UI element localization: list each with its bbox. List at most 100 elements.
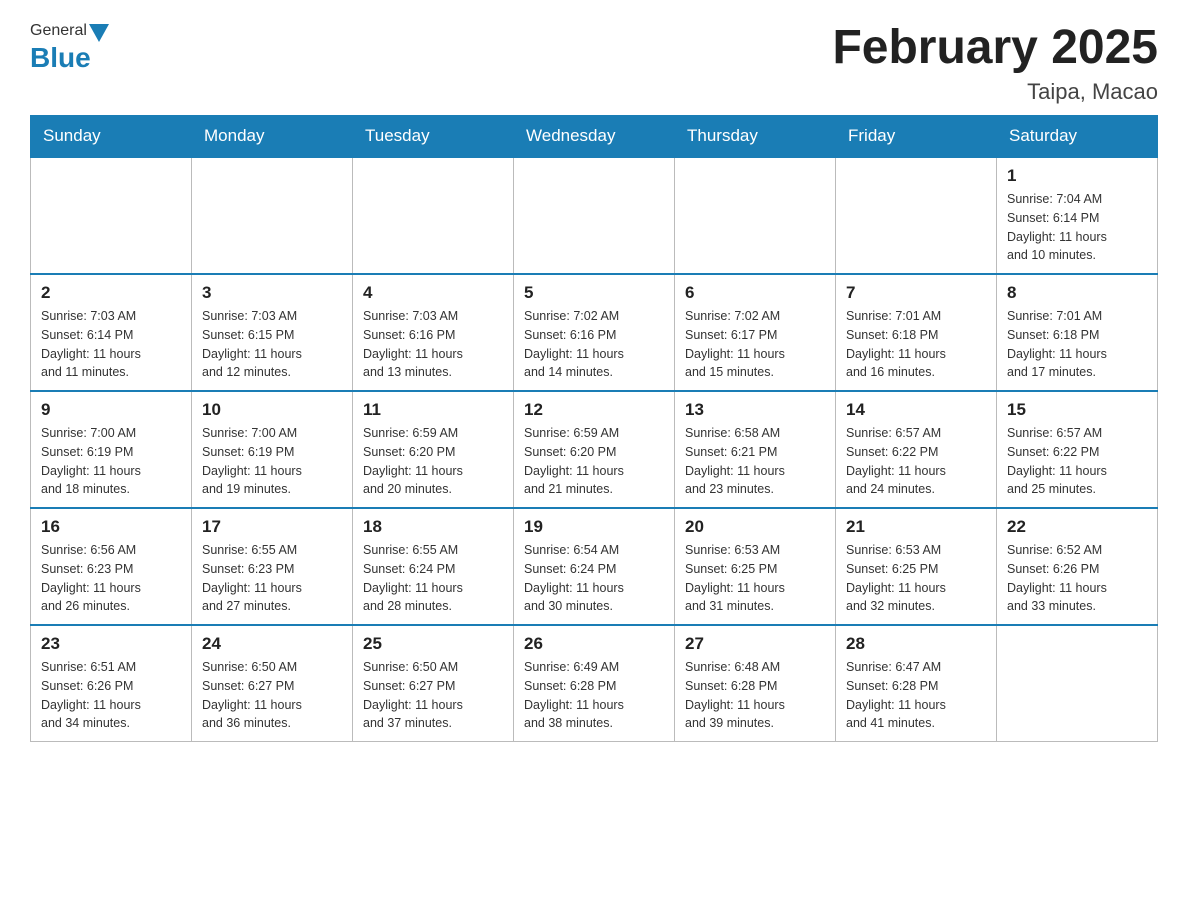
day-info: Sunrise: 7:00 AM Sunset: 6:19 PM Dayligh…	[202, 424, 342, 499]
day-info: Sunrise: 6:48 AM Sunset: 6:28 PM Dayligh…	[685, 658, 825, 733]
day-number: 6	[685, 283, 825, 303]
day-number: 23	[41, 634, 181, 654]
main-title: February 2025	[832, 20, 1158, 75]
day-number: 17	[202, 517, 342, 537]
calendar-cell: 19 Sunrise: 6:54 AM Sunset: 6:24 PM Dayli…	[514, 508, 675, 625]
day-number: 12	[524, 400, 664, 420]
day-number: 2	[41, 283, 181, 303]
calendar-cell: 1Sunrise: 7:04 AM Sunset: 6:14 PM Daylig…	[997, 157, 1158, 274]
page-header: General Blue February 2025 Taipa, Macao	[30, 20, 1158, 105]
day-number: 27	[685, 634, 825, 654]
day-info: Sunrise: 6:59 AM Sunset: 6:20 PM Dayligh…	[524, 424, 664, 499]
day-number: 22	[1007, 517, 1147, 537]
logo-blue-text: Blue	[30, 42, 91, 74]
day-info: Sunrise: 6:53 AM Sunset: 6:25 PM Dayligh…	[685, 541, 825, 616]
day-number: 25	[363, 634, 503, 654]
subtitle: Taipa, Macao	[832, 79, 1158, 105]
calendar-cell	[836, 157, 997, 274]
day-info: Sunrise: 6:55 AM Sunset: 6:23 PM Dayligh…	[202, 541, 342, 616]
logo-triangle-icon	[89, 24, 109, 42]
week-row-4: 16 Sunrise: 6:56 AM Sunset: 6:23 PM Dayli…	[31, 508, 1158, 625]
calendar-cell: 20 Sunrise: 6:53 AM Sunset: 6:25 PM Dayli…	[675, 508, 836, 625]
day-number: 21	[846, 517, 986, 537]
day-info: Sunrise: 6:55 AM Sunset: 6:24 PM Dayligh…	[363, 541, 503, 616]
calendar-cell: 13 Sunrise: 6:58 AM Sunset: 6:21 PM Dayli…	[675, 391, 836, 508]
day-info: Sunrise: 6:52 AM Sunset: 6:26 PM Dayligh…	[1007, 541, 1147, 616]
header-saturday: Saturday	[997, 116, 1158, 158]
calendar-cell: 27 Sunrise: 6:48 AM Sunset: 6:28 PM Dayli…	[675, 625, 836, 742]
calendar-cell: 22 Sunrise: 6:52 AM Sunset: 6:26 PM Dayli…	[997, 508, 1158, 625]
header-thursday: Thursday	[675, 116, 836, 158]
day-info: Sunrise: 6:51 AM Sunset: 6:26 PM Dayligh…	[41, 658, 181, 733]
calendar-cell: 10 Sunrise: 7:00 AM Sunset: 6:19 PM Dayli…	[192, 391, 353, 508]
day-number: 15	[1007, 400, 1147, 420]
day-number: 1	[1007, 166, 1147, 186]
day-info: Sunrise: 6:54 AM Sunset: 6:24 PM Dayligh…	[524, 541, 664, 616]
calendar-cell: 28 Sunrise: 6:47 AM Sunset: 6:28 PM Dayli…	[836, 625, 997, 742]
logo-general-text: General	[30, 22, 87, 40]
day-info: Sunrise: 7:02 AM Sunset: 6:17 PM Dayligh…	[685, 307, 825, 382]
day-info: Sunrise: 7:03 AM Sunset: 6:15 PM Dayligh…	[202, 307, 342, 382]
calendar-cell: 4Sunrise: 7:03 AM Sunset: 6:16 PM Daylig…	[353, 274, 514, 391]
calendar-cell: 23 Sunrise: 6:51 AM Sunset: 6:26 PM Dayli…	[31, 625, 192, 742]
day-number: 7	[846, 283, 986, 303]
day-number: 13	[685, 400, 825, 420]
day-info: Sunrise: 6:49 AM Sunset: 6:28 PM Dayligh…	[524, 658, 664, 733]
day-number: 3	[202, 283, 342, 303]
day-number: 14	[846, 400, 986, 420]
week-row-2: 2Sunrise: 7:03 AM Sunset: 6:14 PM Daylig…	[31, 274, 1158, 391]
header-friday: Friday	[836, 116, 997, 158]
day-number: 8	[1007, 283, 1147, 303]
week-row-3: 9 Sunrise: 7:00 AM Sunset: 6:19 PM Daylig…	[31, 391, 1158, 508]
day-number: 28	[846, 634, 986, 654]
calendar-cell	[997, 625, 1158, 742]
day-number: 20	[685, 517, 825, 537]
calendar-cell	[675, 157, 836, 274]
day-info: Sunrise: 6:47 AM Sunset: 6:28 PM Dayligh…	[846, 658, 986, 733]
calendar-cell: 9 Sunrise: 7:00 AM Sunset: 6:19 PM Daylig…	[31, 391, 192, 508]
day-number: 5	[524, 283, 664, 303]
day-info: Sunrise: 6:50 AM Sunset: 6:27 PM Dayligh…	[202, 658, 342, 733]
day-number: 19	[524, 517, 664, 537]
day-number: 16	[41, 517, 181, 537]
title-section: February 2025 Taipa, Macao	[832, 20, 1158, 105]
logo: General Blue	[30, 20, 111, 74]
calendar-cell: 8 Sunrise: 7:01 AM Sunset: 6:18 PM Daylig…	[997, 274, 1158, 391]
calendar-cell: 17 Sunrise: 6:55 AM Sunset: 6:23 PM Dayli…	[192, 508, 353, 625]
day-info: Sunrise: 6:57 AM Sunset: 6:22 PM Dayligh…	[1007, 424, 1147, 499]
day-info: Sunrise: 6:59 AM Sunset: 6:20 PM Dayligh…	[363, 424, 503, 499]
day-info: Sunrise: 6:58 AM Sunset: 6:21 PM Dayligh…	[685, 424, 825, 499]
day-info: Sunrise: 6:50 AM Sunset: 6:27 PM Dayligh…	[363, 658, 503, 733]
header-sunday: Sunday	[31, 116, 192, 158]
calendar-header-row: SundayMondayTuesdayWednesdayThursdayFrid…	[31, 116, 1158, 158]
calendar-cell: 7 Sunrise: 7:01 AM Sunset: 6:18 PM Daylig…	[836, 274, 997, 391]
header-tuesday: Tuesday	[353, 116, 514, 158]
day-number: 26	[524, 634, 664, 654]
week-row-1: 1Sunrise: 7:04 AM Sunset: 6:14 PM Daylig…	[31, 157, 1158, 274]
calendar-cell: 11Sunrise: 6:59 AM Sunset: 6:20 PM Dayli…	[353, 391, 514, 508]
day-info: Sunrise: 7:01 AM Sunset: 6:18 PM Dayligh…	[1007, 307, 1147, 382]
calendar-cell: 21 Sunrise: 6:53 AM Sunset: 6:25 PM Dayli…	[836, 508, 997, 625]
calendar-cell	[353, 157, 514, 274]
day-number: 10	[202, 400, 342, 420]
day-info: Sunrise: 7:01 AM Sunset: 6:18 PM Dayligh…	[846, 307, 986, 382]
day-number: 4	[363, 283, 503, 303]
calendar-cell: 15 Sunrise: 6:57 AM Sunset: 6:22 PM Dayli…	[997, 391, 1158, 508]
calendar-table: SundayMondayTuesdayWednesdayThursdayFrid…	[30, 115, 1158, 742]
day-number: 9	[41, 400, 181, 420]
day-info: Sunrise: 6:53 AM Sunset: 6:25 PM Dayligh…	[846, 541, 986, 616]
header-monday: Monday	[192, 116, 353, 158]
day-info: Sunrise: 7:00 AM Sunset: 6:19 PM Dayligh…	[41, 424, 181, 499]
calendar-cell: 14 Sunrise: 6:57 AM Sunset: 6:22 PM Dayli…	[836, 391, 997, 508]
day-info: Sunrise: 6:56 AM Sunset: 6:23 PM Dayligh…	[41, 541, 181, 616]
calendar-cell: 24 Sunrise: 6:50 AM Sunset: 6:27 PM Dayli…	[192, 625, 353, 742]
day-info: Sunrise: 6:57 AM Sunset: 6:22 PM Dayligh…	[846, 424, 986, 499]
calendar-cell: 25 Sunrise: 6:50 AM Sunset: 6:27 PM Dayli…	[353, 625, 514, 742]
header-wednesday: Wednesday	[514, 116, 675, 158]
calendar-cell: 12 Sunrise: 6:59 AM Sunset: 6:20 PM Dayli…	[514, 391, 675, 508]
calendar-cell: 18Sunrise: 6:55 AM Sunset: 6:24 PM Dayli…	[353, 508, 514, 625]
day-number: 24	[202, 634, 342, 654]
calendar-cell	[192, 157, 353, 274]
week-row-5: 23 Sunrise: 6:51 AM Sunset: 6:26 PM Dayli…	[31, 625, 1158, 742]
calendar-cell	[31, 157, 192, 274]
